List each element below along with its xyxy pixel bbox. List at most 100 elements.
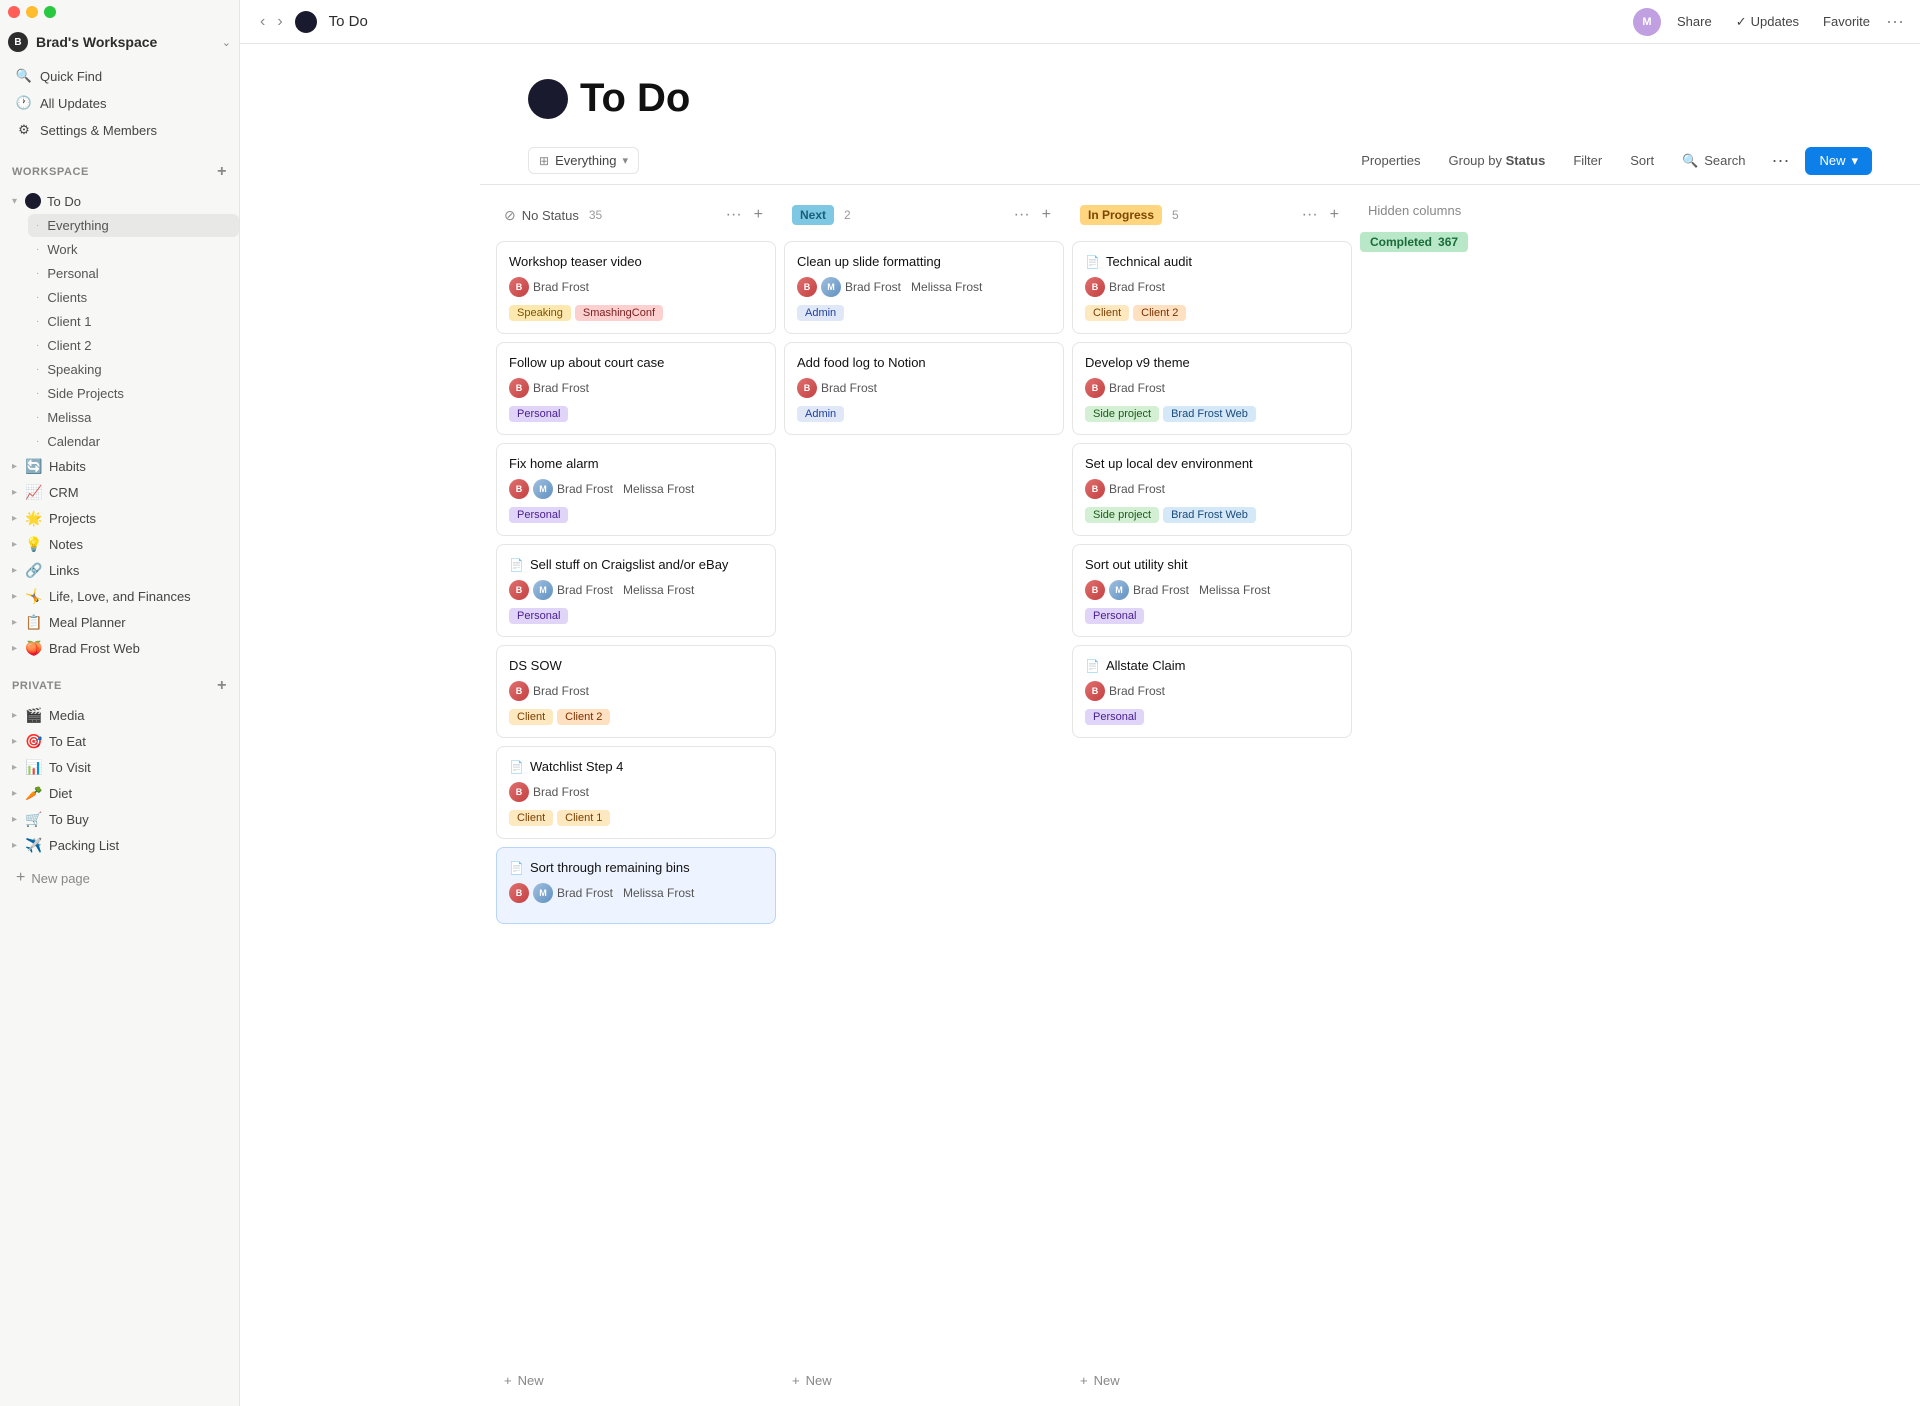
search-icon: 🔍: [1682, 153, 1698, 169]
sidebar-item-crm[interactable]: ▸ 📈 CRM: [0, 480, 239, 505]
food-log-title: Add food log to Notion: [797, 355, 926, 370]
notes-icon: 💡: [25, 536, 43, 553]
no-status-add-card-button[interactable]: + New: [496, 1367, 776, 1394]
assignee-brad-name-n2: Brad Frost: [821, 381, 877, 395]
sidebar-item-to-visit-label: To Visit: [49, 760, 91, 775]
sidebar-item-todo[interactable]: ▾ To Do: [0, 189, 239, 213]
minimize-button[interactable]: [26, 6, 38, 18]
sidebar-item-to-visit[interactable]: ▸ 📊 To Visit: [0, 755, 239, 780]
sidebar-item-to-eat[interactable]: ▸ 🎯 To Eat: [0, 729, 239, 754]
card-craigslist[interactable]: 📄 Sell stuff on Craigslist and/or eBay B…: [496, 544, 776, 637]
new-task-button[interactable]: New ▾: [1805, 147, 1872, 175]
sidebar-item-brad-frost-web[interactable]: ▸ 🍑 Brad Frost Web: [0, 636, 239, 661]
sidebar-item-client1[interactable]: · Client 1: [28, 310, 239, 333]
sidebar-item-work[interactable]: · Work: [28, 238, 239, 261]
favorite-button[interactable]: Favorite: [1815, 10, 1878, 33]
next-add-button[interactable]: +: [1037, 203, 1056, 227]
card-food-log[interactable]: Add food log to Notion B Brad Frost Admi…: [784, 342, 1064, 435]
to-visit-chevron-icon: ▸: [12, 762, 17, 773]
nav-back-button[interactable]: ‹: [256, 9, 269, 35]
in-progress-more-button[interactable]: ···: [1297, 203, 1323, 227]
sidebar-item-everything[interactable]: · Everything: [28, 214, 239, 237]
no-status-label: ⊘ No Status 35: [504, 207, 715, 224]
updates-button[interactable]: ✓ Updates: [1728, 10, 1807, 34]
card-remaining-bins[interactable]: 📄 Sort through remaining bins B M Brad F…: [496, 847, 776, 924]
sidebar-item-client2[interactable]: · Client 2: [28, 334, 239, 357]
card-workshop-teaser[interactable]: Workshop teaser video B Brad Frost Speak…: [496, 241, 776, 334]
new-page-button[interactable]: + New page: [4, 863, 235, 893]
share-button[interactable]: Share: [1669, 10, 1720, 33]
todo-subitems: · Everything · Work · Personal · Clients…: [0, 214, 239, 453]
card-home-alarm[interactable]: Fix home alarm B M Brad Frost Melissa Fr…: [496, 443, 776, 536]
sidebar-item-side-projects[interactable]: · Side Projects: [28, 382, 239, 405]
assignee-brad-ip1: Brad Frost: [1109, 280, 1165, 294]
fullscreen-button[interactable]: [44, 6, 56, 18]
quick-find-item[interactable]: 🔍 Quick Find: [4, 63, 235, 89]
add-workspace-item-button[interactable]: +: [217, 164, 227, 180]
sidebar-item-projects[interactable]: ▸ 🌟 Projects: [0, 506, 239, 531]
close-button[interactable]: [8, 6, 20, 18]
sidebar-item-meal-planner[interactable]: ▸ 📋 Meal Planner: [0, 610, 239, 635]
nav-forward-button[interactable]: ›: [273, 9, 286, 35]
sidebar-item-diet[interactable]: ▸ 🥕 Diet: [0, 781, 239, 806]
sidebar-item-links[interactable]: ▸ 🔗 Links: [0, 558, 239, 583]
card-local-dev[interactable]: Set up local dev environment B Brad Fros…: [1072, 443, 1352, 536]
more-options-button[interactable]: ···: [1886, 11, 1904, 32]
toolbar-more-button[interactable]: ···: [1763, 145, 1797, 176]
next-add-card-button[interactable]: + New: [784, 1367, 1064, 1394]
sidebar-item-habits[interactable]: ▸ 🔄 Habits: [0, 454, 239, 479]
card-court-case[interactable]: Follow up about court case B Brad Frost …: [496, 342, 776, 435]
settings-item[interactable]: ⚙ Settings & Members: [4, 117, 235, 143]
sidebar-item-media[interactable]: ▸ 🎬 Media: [0, 703, 239, 728]
completed-badge[interactable]: Completed 367: [1360, 232, 1468, 252]
no-status-more-button[interactable]: ···: [721, 203, 747, 227]
titlebar: ‹ › To Do M Share ✓ Updates Favorite ···: [240, 0, 1920, 44]
assignee-names-2: Brad Frost Melissa Frost: [557, 583, 694, 597]
sidebar-item-notes[interactable]: ▸ 💡 Notes: [0, 532, 239, 557]
assignee-brad-ip5: Brad Frost: [1109, 684, 1165, 698]
search-button[interactable]: 🔍 Search: [1672, 148, 1755, 174]
titlebar-avatar-group: M: [1633, 8, 1661, 36]
group-by-button[interactable]: Group by Status: [1439, 148, 1556, 173]
new-label: New: [1819, 153, 1845, 168]
sidebar-item-speaking[interactable]: · Speaking: [28, 358, 239, 381]
card-v9-theme[interactable]: Develop v9 theme B Brad Frost Side proje…: [1072, 342, 1352, 435]
workshop-teaser-title: Workshop teaser video: [509, 254, 642, 269]
workspace-header[interactable]: B Brad's Workspace ⌄: [0, 26, 239, 58]
completed-column-header[interactable]: Completed 367: [1360, 232, 1560, 252]
filter-button[interactable]: Filter: [1563, 148, 1612, 173]
next-more-button[interactable]: ···: [1009, 203, 1035, 227]
workspace-icon: B: [8, 32, 28, 52]
card-utility[interactable]: Sort out utility shit B M Brad Frost Mel…: [1072, 544, 1352, 637]
sidebar-item-packing-list[interactable]: ▸ ✈️ Packing List: [0, 833, 239, 858]
tag-personal-1: Personal: [509, 406, 568, 422]
card-ds-sow[interactable]: DS SOW B Brad Frost Client Client 2: [496, 645, 776, 738]
board: ⊘ No Status 35 ··· + Workshop teaser vid…: [480, 185, 1920, 1406]
card-watchlist[interactable]: 📄 Watchlist Step 4 B Brad Frost Client C…: [496, 746, 776, 839]
sidebar-item-life-love-finances[interactable]: ▸ 🤸 Life, Love, and Finances: [0, 584, 239, 609]
all-updates-item[interactable]: 🕐 All Updates: [4, 90, 235, 116]
tag-personal-ip5: Personal: [1085, 709, 1144, 725]
add-private-item-button[interactable]: +: [217, 678, 227, 694]
card-slide-formatting[interactable]: Clean up slide formatting B M Brad Frost…: [784, 241, 1064, 334]
sidebar-item-to-buy[interactable]: ▸ 🛒 To Buy: [0, 807, 239, 832]
sidebar-item-clients[interactable]: · Clients: [28, 286, 239, 309]
sidebar-item-to-eat-label: To Eat: [49, 734, 86, 749]
user-avatar[interactable]: M: [1633, 8, 1661, 36]
in-progress-add-card-button[interactable]: + New: [1072, 1367, 1352, 1394]
no-status-add-button[interactable]: +: [749, 203, 768, 227]
in-progress-add-button[interactable]: +: [1325, 203, 1344, 227]
traffic-lights: [0, 0, 239, 26]
checkmark-icon: ✓: [1736, 14, 1747, 30]
view-selector[interactable]: ⊞ Everything ▾: [528, 147, 639, 174]
sidebar-item-calendar[interactable]: · Calendar: [28, 430, 239, 453]
column-no-status-header: ⊘ No Status 35 ··· +: [496, 197, 776, 233]
sidebar-item-melissa[interactable]: · Melissa: [28, 406, 239, 429]
card-technical-audit[interactable]: 📄 Technical audit B Brad Frost Client Cl…: [1072, 241, 1352, 334]
card-allstate[interactable]: 📄 Allstate Claim B Brad Frost Personal: [1072, 645, 1352, 738]
sort-button[interactable]: Sort: [1620, 148, 1664, 173]
add-label-3: New: [1094, 1373, 1120, 1388]
sidebar-item-personal[interactable]: · Personal: [28, 262, 239, 285]
properties-button[interactable]: Properties: [1351, 148, 1430, 173]
quick-find-label: Quick Find: [40, 69, 102, 84]
